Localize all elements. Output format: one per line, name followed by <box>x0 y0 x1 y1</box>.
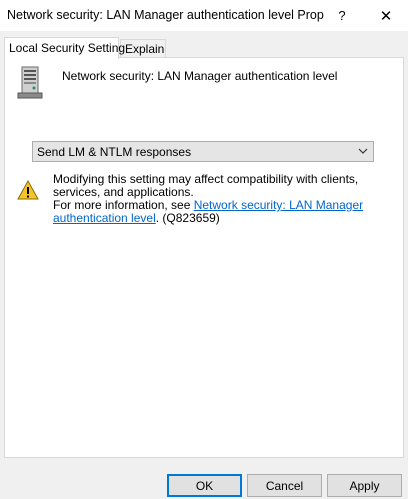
tab-local-security-setting[interactable]: Local Security Setting <box>4 37 125 59</box>
chevron-down-icon <box>358 148 368 154</box>
apply-button[interactable]: Apply <box>327 474 402 497</box>
tab-panel: Network security: LAN Manager authentica… <box>4 57 404 458</box>
button-bar: OK Cancel Apply <box>0 470 408 499</box>
policy-title: Network security: LAN Manager authentica… <box>62 69 338 83</box>
more-info-suffix: . (Q823659) <box>155 211 220 225</box>
help-button[interactable]: ? <box>320 0 364 31</box>
tab-strip: Local Security Setting Explain <box>4 37 404 59</box>
setting-dropdown[interactable]: Send LM & NTLM responses <box>32 141 374 162</box>
more-info-prefix: For more information, see <box>53 198 194 212</box>
warning-icon <box>17 180 39 200</box>
close-button[interactable]: ✕ <box>364 0 408 31</box>
cancel-button[interactable]: Cancel <box>247 474 322 497</box>
more-info-line: For more information, see Network securi… <box>53 199 375 225</box>
server-policy-icon <box>17 66 43 99</box>
window-title: Network security: LAN Manager authentica… <box>7 8 325 22</box>
title-bar: Network security: LAN Manager authentica… <box>0 0 408 31</box>
tab-explain[interactable]: Explain <box>120 39 166 58</box>
ok-button[interactable]: OK <box>167 474 242 497</box>
warning-message: Modifying this setting may affect compat… <box>53 172 359 199</box>
warning-text: Modifying this setting may affect compat… <box>53 173 375 225</box>
dropdown-selected-value: Send LM & NTLM responses <box>37 144 192 159</box>
